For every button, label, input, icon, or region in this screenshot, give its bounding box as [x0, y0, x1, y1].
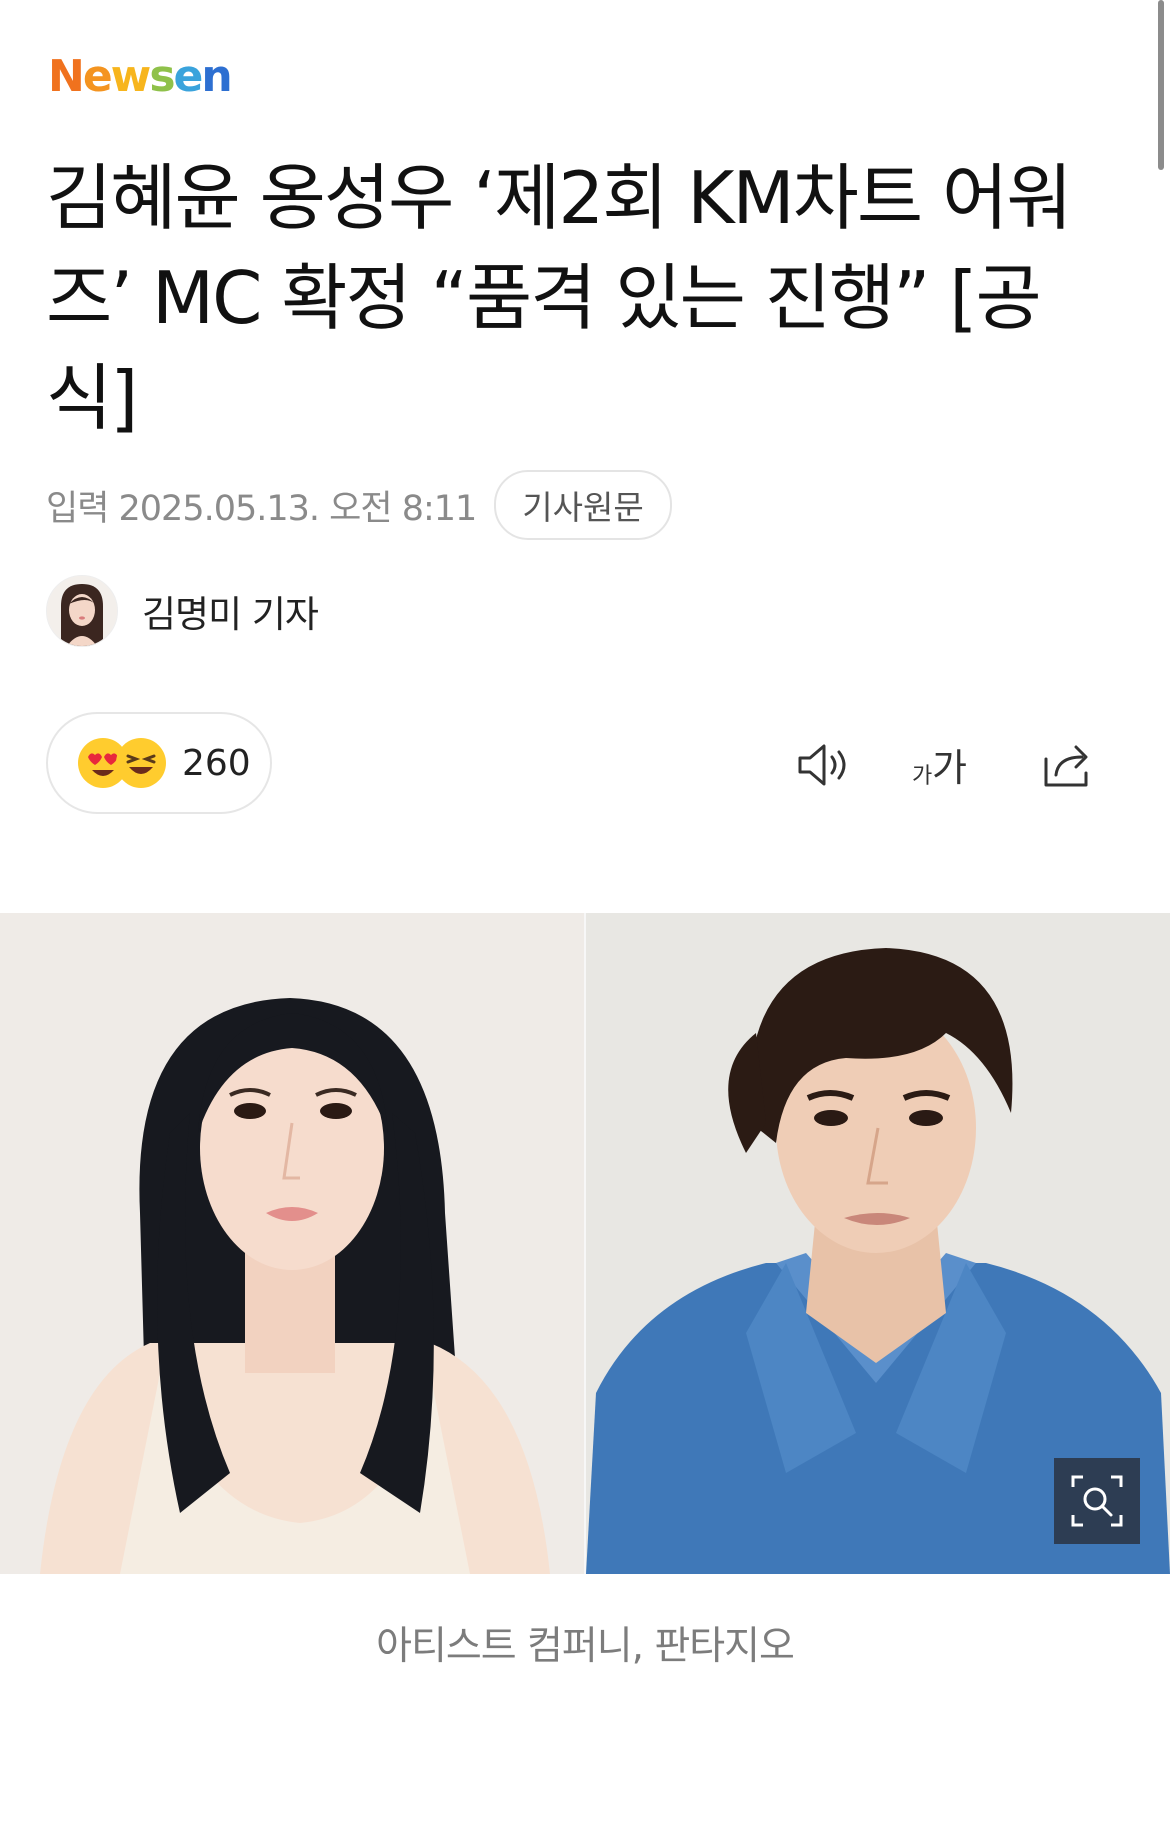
logo-letter: e [82, 51, 113, 102]
logo-letter: e [173, 51, 204, 102]
laughing-emoji-icon [116, 738, 166, 788]
author-name: 김명미 기자 [142, 593, 319, 636]
scrollbar[interactable] [1158, 0, 1164, 170]
logo-letter: N [48, 51, 85, 102]
reaction-count: 260 [182, 742, 251, 784]
article-meta: 입력 2025.05.13. 오전 8:11 기사원문 [46, 470, 672, 540]
zoom-search-icon [1071, 1475, 1123, 1527]
text-to-speech-button[interactable] [794, 735, 854, 795]
newsen-logo[interactable]: Newsen [48, 51, 233, 102]
share-button[interactable] [1038, 735, 1098, 795]
speaker-icon [798, 744, 846, 786]
article-headline: 김혜윤 옹성우 ‘제2회 KM차트 어워즈’ MC 확정 “품격 있는 진행” … [46, 156, 1072, 440]
font-size-small-glyph: 가 [912, 764, 932, 789]
author-avatar [46, 575, 118, 647]
author-row[interactable]: 김명미 기자 [46, 575, 319, 647]
article-photo[interactable] [0, 913, 1170, 1574]
reaction-button[interactable]: 260 [46, 712, 272, 814]
original-article-label: 기사원문 [522, 488, 644, 527]
logo-letter: s [149, 51, 175, 102]
zoom-photo-button[interactable] [1054, 1458, 1140, 1544]
original-article-button[interactable]: 기사원문 [494, 470, 672, 540]
photo-kim-hye-yoon [0, 913, 584, 1574]
photo-caption: 아티스트 컴퍼니, 판타지오 [376, 1624, 795, 1669]
published-date: 입력 2025.05.13. 오전 8:11 [46, 488, 477, 529]
logo-letter: n [201, 51, 232, 102]
font-size-button[interactable]: 가 가 [910, 735, 970, 795]
share-icon [1044, 745, 1088, 787]
font-size-large-glyph: 가 [932, 746, 967, 790]
font-size-icon: 가 가 [912, 746, 967, 790]
logo-letter: w [110, 51, 152, 102]
